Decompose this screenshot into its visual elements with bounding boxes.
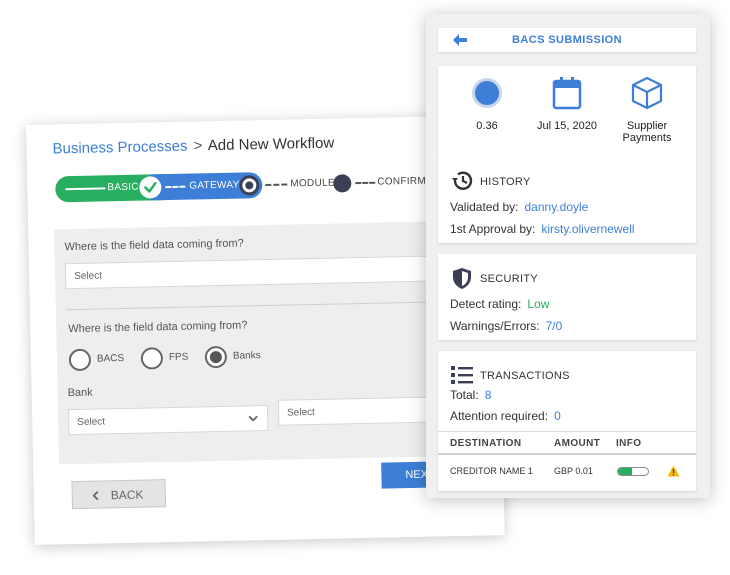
radio-fps-label: FPS xyxy=(168,351,189,364)
warnings-label: Warnings/Errors: xyxy=(450,319,540,333)
radio-circle[interactable] xyxy=(140,347,164,370)
back-button-label: BACK xyxy=(110,487,144,503)
radio-bacs-label: BACS xyxy=(96,352,125,365)
history-heading: HISTORY xyxy=(480,176,531,188)
submission-summary: 0.36 Jul 15, 2020 Supplier Payments xyxy=(438,66,696,158)
step-connector xyxy=(165,185,186,189)
approval-row: 1st Approval by: kirsty.olivernewell xyxy=(450,222,635,236)
approval-label: 1st Approval by: xyxy=(450,222,536,236)
total-label: Total: xyxy=(450,388,479,402)
detect-label: Detect rating: xyxy=(450,297,522,311)
validated-label: Validated by: xyxy=(450,200,519,214)
column-destination[interactable]: DESTINATION xyxy=(450,438,521,449)
radio-circle[interactable] xyxy=(68,348,92,372)
breadcrumb-business-processes[interactable]: Business Processes xyxy=(52,138,187,158)
step-basic-label: BASIC xyxy=(107,181,139,194)
status-dot-icon xyxy=(472,78,502,108)
detect-row: Detect rating: Low xyxy=(450,297,549,311)
warnings-value[interactable]: 7/0 xyxy=(546,319,563,333)
history-section: HISTORY Validated by: danny.doyle 1st App… xyxy=(438,157,696,243)
breadcrumb-separator: > xyxy=(193,137,203,155)
summary-value-text: 0.36 xyxy=(476,120,498,132)
back-button[interactable]: BACK xyxy=(71,479,167,510)
transactions-section: TRANSACTIONS Total: 8 Attention required:… xyxy=(438,351,696,491)
attention-label: Attention required: xyxy=(450,409,549,423)
step-module-label[interactable]: MODULE xyxy=(290,178,335,190)
upcoming-step-icon xyxy=(333,174,352,193)
shield-icon xyxy=(453,268,471,289)
step-connector xyxy=(265,183,288,187)
warnings-row: Warnings/Errors: 7/0 xyxy=(450,319,562,333)
warning-icon[interactable] xyxy=(667,465,680,477)
step-gateways-label: GATEWAYS xyxy=(189,179,247,192)
field2-label: Where is the field data coming from? xyxy=(68,319,248,336)
chevron-down-icon xyxy=(248,415,258,422)
radio-circle-selected[interactable] xyxy=(204,345,228,369)
column-info[interactable]: INFO xyxy=(616,438,642,449)
history-icon xyxy=(452,171,473,190)
summary-date: Jul 15, 2020 xyxy=(524,66,610,158)
security-heading: SECURITY xyxy=(480,273,539,285)
submission-header: BACS SUBMISSION xyxy=(438,28,696,52)
column-amount[interactable]: AMOUNT xyxy=(554,438,600,449)
box-icon xyxy=(631,76,663,110)
transactions-heading: TRANSACTIONS xyxy=(480,370,570,382)
calendar-icon xyxy=(552,77,582,110)
summary-type: Supplier Payments xyxy=(604,66,690,158)
bank-label: Bank xyxy=(67,386,93,400)
attention-row: Attention required: 0 xyxy=(450,409,561,423)
list-icon xyxy=(451,366,473,384)
summary-date-text: Jul 15, 2020 xyxy=(537,120,597,132)
approval-user-link[interactable]: kirsty.olivernewell xyxy=(541,222,634,236)
chevron-left-icon xyxy=(92,490,99,501)
bank-select[interactable]: Select xyxy=(67,404,269,436)
step-connector xyxy=(355,181,376,185)
security-section: SECURITY Detect rating: Low Warnings/Erro… xyxy=(438,254,696,340)
total-row: Total: 8 xyxy=(450,388,491,402)
page-title-text: Add New Workflow xyxy=(207,134,335,155)
row-amount: GBP 0.01 xyxy=(554,466,593,476)
submission-title: BACS SUBMISSION xyxy=(512,34,622,46)
row-destination: CREDITOR NAME 1 xyxy=(450,466,533,476)
summary-type-text: Supplier Payments xyxy=(622,120,672,144)
validated-user-link[interactable]: danny.doyle xyxy=(525,200,589,214)
total-value[interactable]: 8 xyxy=(485,388,492,402)
row-progress-bar xyxy=(617,467,649,476)
attention-value[interactable]: 0 xyxy=(554,409,561,423)
field1-label: Where is the field data coming from? xyxy=(64,237,244,254)
validated-row: Validated by: danny.doyle xyxy=(450,200,588,214)
progress-fill xyxy=(618,468,632,475)
summary-value: 0.36 xyxy=(444,66,530,158)
page-title: Business Processes > Add New Workflow xyxy=(52,135,334,158)
table-header: DESTINATION AMOUNT INFO xyxy=(438,431,696,455)
table-row[interactable]: CREDITOR NAME 1 GBP 0.01 xyxy=(438,457,696,485)
detect-value: Low xyxy=(527,297,550,311)
bank-select-value: Select xyxy=(77,416,106,428)
radio-banks-label: Banks xyxy=(232,350,261,362)
bacs-submission-panel: BACS SUBMISSION 0.36 Jul 15, 2020 Suppli… xyxy=(426,14,710,498)
